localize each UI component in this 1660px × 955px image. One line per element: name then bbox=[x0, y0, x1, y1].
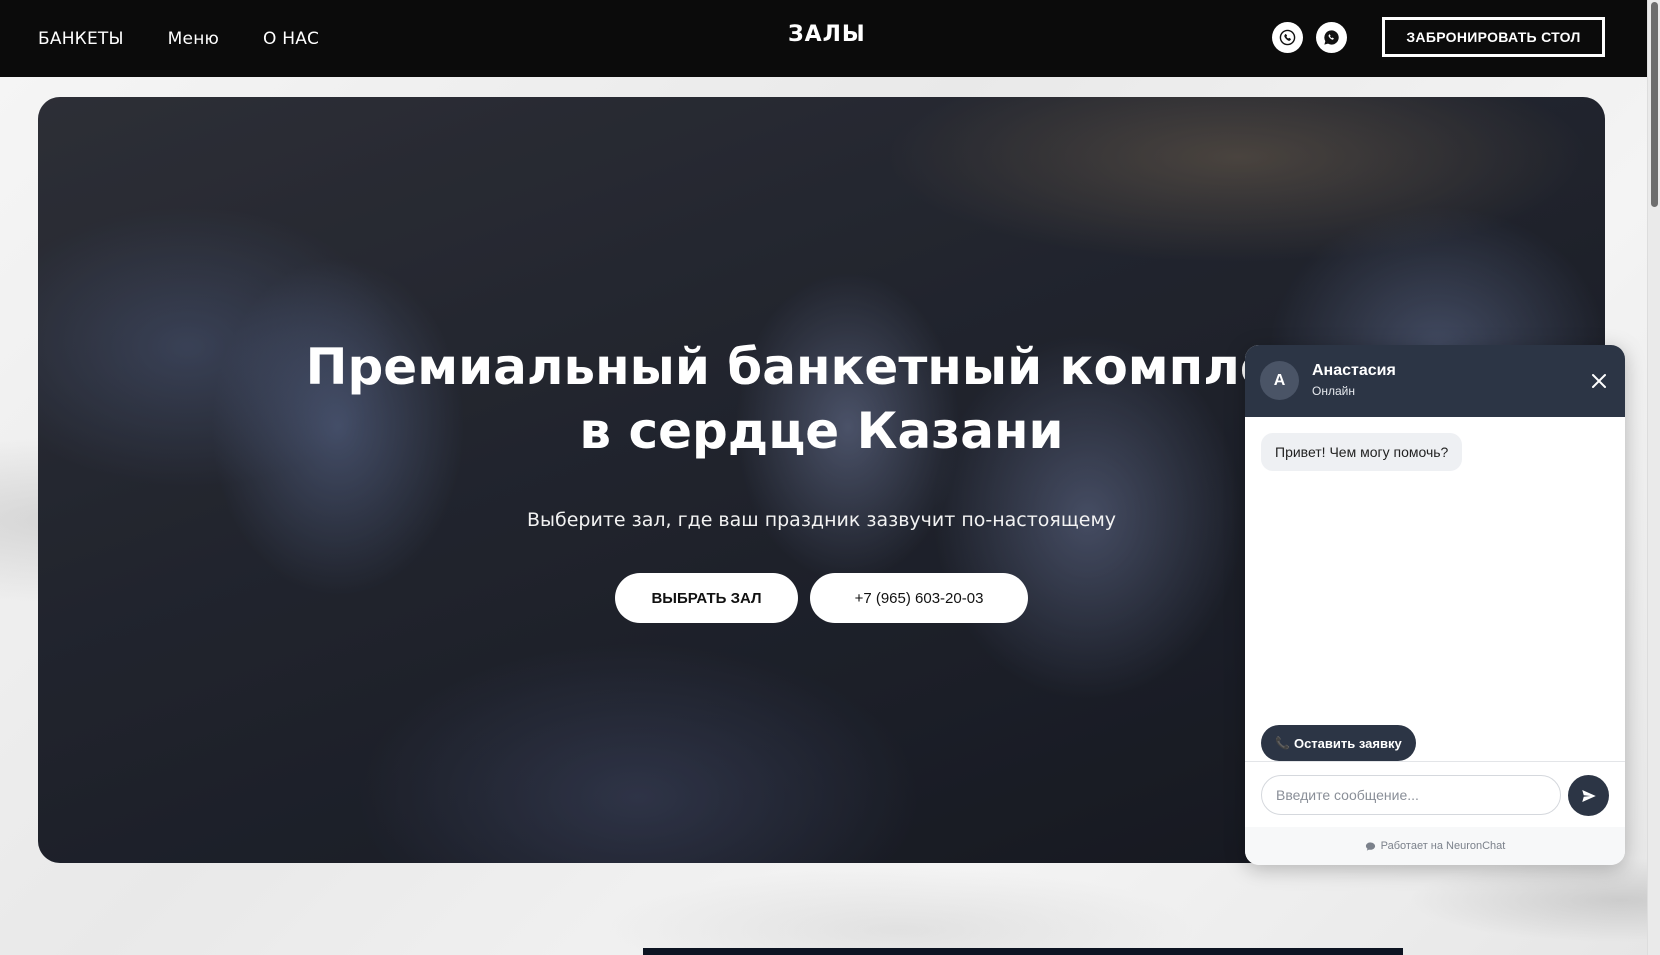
book-table-button[interactable]: ЗАБРОНИРОВАТЬ СТОЛ bbox=[1382, 17, 1605, 57]
page-scrollbar[interactable] bbox=[1647, 0, 1660, 955]
send-icon bbox=[1581, 789, 1596, 802]
chat-divider bbox=[1245, 761, 1625, 762]
hero-title-line-1: Премиальный банкетный комплекс bbox=[305, 338, 1338, 396]
nav-about[interactable]: О НАС bbox=[263, 29, 319, 49]
chat-footer-text: Работает на NeuronChat bbox=[1380, 840, 1506, 852]
leave-request-button[interactable]: 📞 Оставить заявку bbox=[1261, 725, 1416, 761]
site-header: БАНКЕТЫ Меню О НАС ЗАЛЫ ЗАБРОНИРОВАТЬ СТ… bbox=[0, 0, 1647, 77]
site-logo[interactable]: ЗАЛЫ bbox=[788, 22, 866, 47]
phone-button[interactable]: +7 (965) 603-20-03 bbox=[810, 573, 1028, 623]
chat-greeting-message: Привет! Чем могу помочь? bbox=[1261, 433, 1463, 471]
chat-header: А Анастасия Онлайн bbox=[1245, 345, 1625, 417]
leave-request-label: Оставить заявку bbox=[1293, 735, 1402, 751]
chat-bubble-icon bbox=[1365, 841, 1375, 851]
whatsapp-icon[interactable] bbox=[1316, 22, 1347, 53]
hero-title-line-2: в сердце Казани bbox=[579, 402, 1064, 460]
nav-menu[interactable]: Меню bbox=[168, 29, 219, 49]
chat-powered-by: Работает на NeuronChat bbox=[1245, 827, 1625, 865]
next-section-image bbox=[643, 948, 1403, 955]
close-icon[interactable] bbox=[1589, 371, 1609, 391]
phone-icon[interactable] bbox=[1272, 22, 1303, 53]
phone-icon: 📞 bbox=[1275, 736, 1290, 750]
main-nav: БАНКЕТЫ Меню О НАС bbox=[38, 29, 363, 49]
chat-agent-name: Анастасия bbox=[1312, 362, 1396, 379]
chat-status: Онлайн bbox=[1312, 384, 1355, 398]
choose-hall-button[interactable]: ВЫБРАТЬ ЗАЛ bbox=[615, 573, 798, 623]
chat-message-input[interactable] bbox=[1261, 775, 1561, 815]
chat-widget: А Анастасия Онлайн Привет! Чем могу помо… bbox=[1245, 345, 1625, 865]
scrollbar-thumb[interactable] bbox=[1651, 2, 1658, 207]
send-button[interactable] bbox=[1568, 775, 1609, 816]
nav-banquets[interactable]: БАНКЕТЫ bbox=[38, 29, 124, 49]
chat-avatar: А bbox=[1260, 361, 1299, 400]
